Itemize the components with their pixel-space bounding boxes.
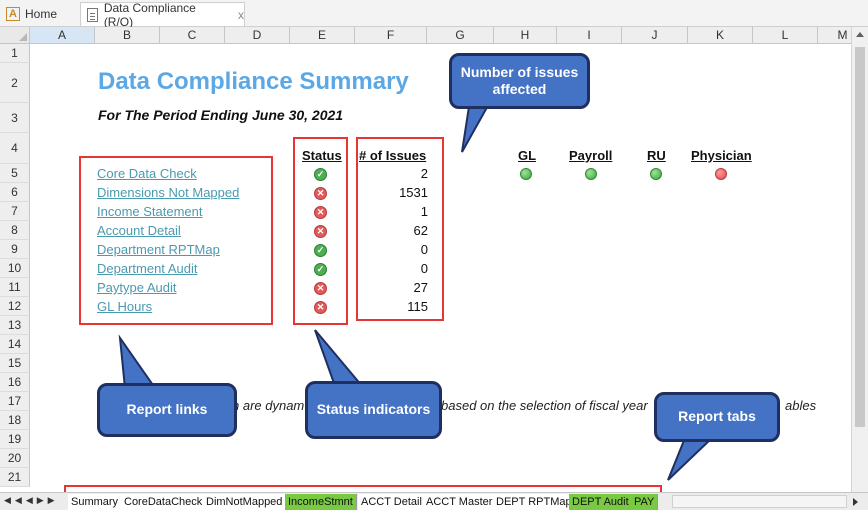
status-callout: Status indicators — [305, 381, 442, 439]
sheet-tab[interactable]: DimNotMapped — [203, 494, 287, 510]
links-callout-pointer — [118, 334, 157, 389]
sheet-tab[interactable]: DEPT RPTMap — [493, 494, 576, 510]
sheet-tab[interactable]: PAY — [631, 494, 659, 510]
sheet-tab[interactable]: ACCT Master — [423, 494, 497, 510]
status-callout-pointer — [314, 329, 365, 387]
links-callout: Report links — [97, 383, 237, 437]
tabs-callout-pointer — [667, 437, 715, 481]
tabs-callout: Report tabs — [654, 392, 780, 442]
sheet-tab[interactable]: CoreDataCheck — [121, 494, 207, 510]
vertical-scrollbar[interactable] — [851, 27, 868, 492]
sheet-tab[interactable]: Summary — [68, 494, 123, 510]
sheet-nav-buttons[interactable]: ◀◀◀▶▶ — [4, 495, 59, 506]
sheet-tab[interactable]: IncomeStmnt — [285, 494, 357, 510]
issues-callout: Number of issues affected — [449, 53, 590, 109]
scroll-right-icon[interactable] — [853, 498, 858, 506]
sheet-tab[interactable]: ACCT Detail — [358, 494, 426, 510]
sheet-tab-bar: ◀◀◀▶▶ Summary CoreDataCheck DimNotMapped In… — [0, 492, 868, 510]
horizontal-scrollbar[interactable] — [672, 495, 858, 508]
sheet-tab[interactable]: DEPT Audit — [569, 494, 633, 510]
scroll-up-icon[interactable] — [856, 32, 864, 37]
scrollbar-thumb[interactable] — [855, 47, 865, 427]
